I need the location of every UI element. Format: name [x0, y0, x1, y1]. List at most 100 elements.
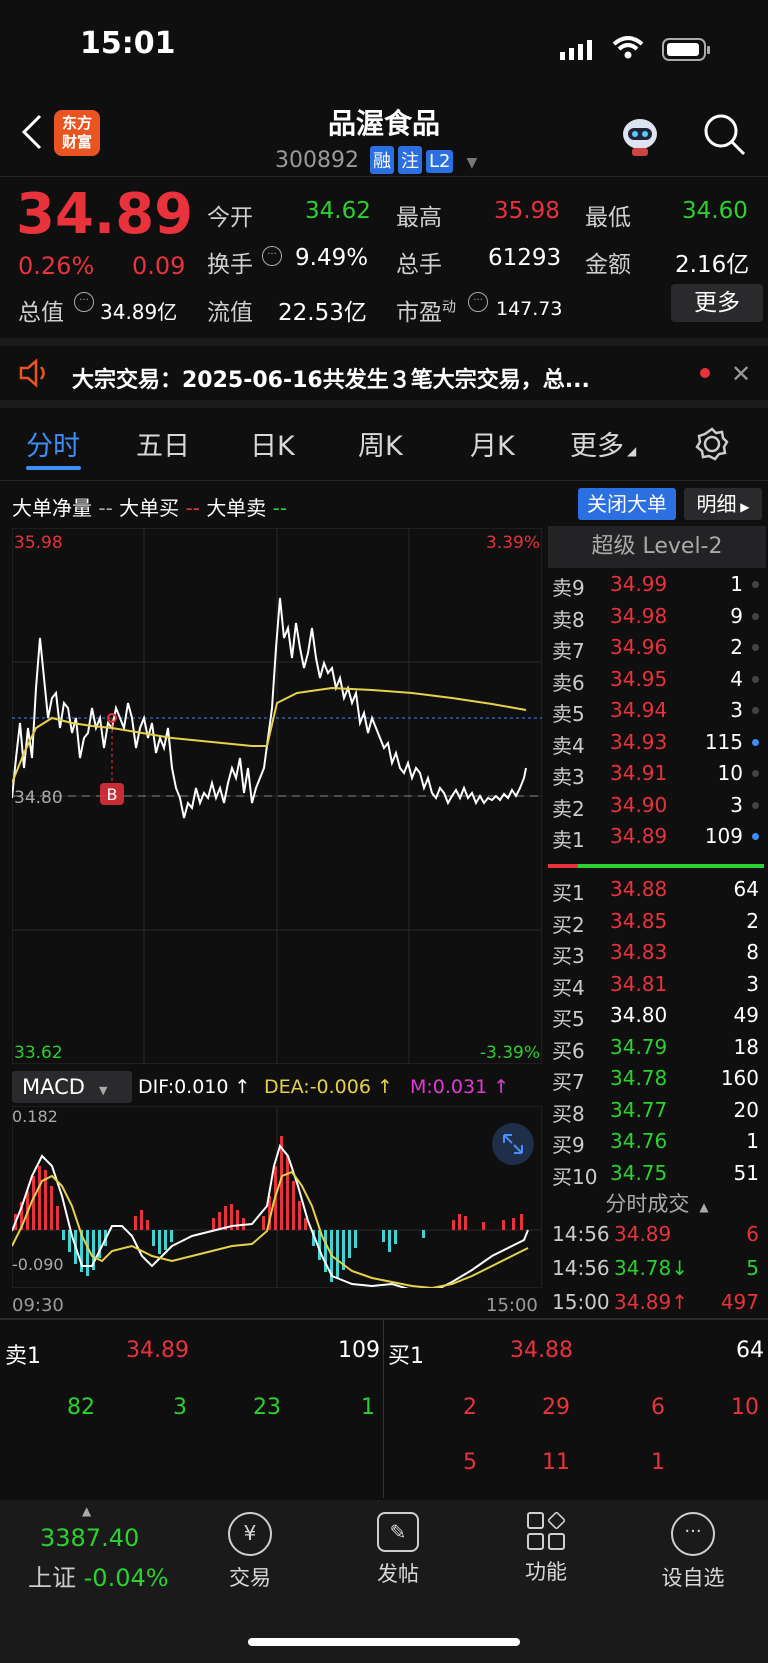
ask-row[interactable]: 卖7 34.96 2 — [550, 635, 765, 665]
ask-label: 卖2 — [552, 796, 585, 821]
float-cap-label: 流值 — [207, 300, 253, 326]
ask-qty: 10 — [717, 761, 743, 785]
ask-qty: 2 — [730, 635, 743, 659]
queue-sell-price: 34.89 — [126, 1338, 189, 1363]
ask-row[interactable]: 卖9 34.99 1 — [550, 572, 765, 602]
ask-row[interactable]: 卖5 34.94 3 — [550, 698, 765, 728]
info-icon[interactable]: ··· — [262, 246, 282, 266]
bid-label: 买8 — [552, 1101, 585, 1126]
tab-intraday[interactable]: 分时 — [26, 424, 80, 463]
chart-high-label: 35.98 — [14, 533, 63, 553]
current-price: 34.89 — [16, 182, 194, 247]
bid-qty: 8 — [746, 940, 759, 964]
index-value[interactable]: 3387.40 — [40, 1524, 139, 1552]
nav-post[interactable]: ✎ 发帖 — [343, 1512, 453, 1588]
ask-price: 34.95 — [610, 666, 668, 691]
ask-row[interactable]: 卖8 34.98 9 — [550, 604, 765, 634]
nav-watchlist-label: 设自选 — [661, 1566, 725, 1590]
macd-dea: DEA:-0.006 ↑ — [264, 1076, 393, 1098]
bid-price: 34.75 — [610, 1160, 668, 1185]
notice-text[interactable]: 大宗交易：2025-06-16共发生３笔大宗交易，总... — [72, 362, 662, 394]
trade-row: 15:00 34.89↑ 497 — [550, 1290, 765, 1320]
robot-assistant-icon[interactable] — [618, 114, 662, 162]
search-icon[interactable] — [702, 112, 748, 162]
more-button[interactable]: 更多 — [671, 284, 763, 322]
orderbook-title: 超级 Level-2 — [548, 526, 766, 568]
trade-row: 14:56 34.89 6 — [550, 1222, 765, 1252]
bid-row[interactable]: 买5 34.80 49 — [550, 1003, 765, 1033]
chevron-down-icon: ▼ — [466, 155, 478, 171]
bid-price: 34.78 — [610, 1066, 668, 1090]
ask-row[interactable]: 卖3 34.91 10 — [550, 761, 765, 791]
bid-row[interactable]: 买3 34.83 8 — [550, 940, 765, 970]
bid-row[interactable]: 买2 34.85 2 — [550, 909, 765, 939]
tab-daily[interactable]: 日K — [250, 424, 295, 463]
indicator-legend: 大单净量 -- 大单买 -- 大单卖 -- — [12, 492, 287, 521]
expand-icon[interactable] — [492, 1123, 534, 1165]
yen-exchange-icon: ¥ — [228, 1512, 272, 1556]
tab-weekly[interactable]: 周K — [358, 424, 403, 463]
more-circle-icon: ··· — [671, 1512, 715, 1556]
ask-price: 34.96 — [610, 635, 668, 659]
battery-icon — [662, 38, 712, 66]
ask-label: 卖3 — [552, 765, 585, 789]
close-icon[interactable]: ✕ — [731, 360, 751, 388]
ask-qty: 9 — [730, 603, 743, 628]
bid-row[interactable]: 买1 34.88 64 — [550, 877, 765, 907]
nav-trade[interactable]: ¥ 交易 — [195, 1512, 305, 1592]
bid-price: 34.79 — [610, 1034, 668, 1059]
nav-watchlist[interactable]: ··· 设自选 — [638, 1512, 748, 1592]
settings-icon[interactable] — [694, 426, 730, 466]
intraday-chart[interactable]: B 35.98 3.39% 33.62 -3.39% 34.80 — [12, 528, 542, 1064]
amount-value: 2.16亿 — [675, 252, 750, 278]
chart-low-label: 33.62 — [14, 1043, 63, 1063]
bid-row[interactable]: 买6 34.79 18 — [550, 1035, 765, 1065]
bid-row[interactable]: 买8 34.77 20 — [550, 1098, 765, 1128]
turnover-value: 9.49% — [295, 245, 369, 271]
bid-row[interactable]: 买10 34.75 51 — [550, 1161, 765, 1191]
bid-label: 买2 — [552, 912, 585, 937]
tab-monthly[interactable]: 月K — [470, 424, 515, 463]
macd-chart[interactable]: 0.182 -0.090 — [12, 1106, 542, 1288]
nav-functions[interactable]: 功能 — [491, 1510, 601, 1586]
sell-order-3: 23 — [253, 1395, 281, 1420]
macd-selector[interactable]: MACD ▼ — [12, 1071, 132, 1103]
float-cap-value: 22.53亿 — [278, 300, 367, 326]
ask-row[interactable]: 卖2 34.90 3 — [550, 793, 765, 823]
buy-order-6: 11 — [542, 1450, 570, 1475]
open-value: 34.62 — [305, 198, 371, 224]
ask-row[interactable]: 卖1 34.89 109 — [550, 824, 765, 854]
trade-qty: 5 — [746, 1256, 759, 1280]
macd-m: M:0.031 ↑ — [410, 1076, 510, 1098]
high-value: 35.98 — [494, 198, 560, 224]
info-icon[interactable]: ··· — [468, 292, 488, 312]
macd-label: MACD — [22, 1075, 85, 1099]
bid-row[interactable]: 买9 34.76 1 — [550, 1129, 765, 1159]
tab-5day[interactable]: 五日 — [136, 424, 190, 463]
turnover-label: 换手 — [207, 252, 253, 278]
trade-time: 15:00 — [552, 1290, 610, 1314]
ask-row[interactable]: 卖4 34.93 115 — [550, 730, 765, 760]
ask-price: 34.94 — [610, 698, 668, 722]
tab-more[interactable]: 更多 ◢ — [570, 424, 636, 463]
close-big-order-button[interactable]: 关闭大单 — [578, 488, 676, 520]
bid-qty: 49 — [733, 1003, 759, 1027]
ask-row[interactable]: 卖6 34.95 4 — [550, 667, 765, 697]
trade-price: 34.78↓ — [614, 1256, 689, 1280]
ask-qty: 1 — [730, 572, 743, 596]
stock-code-row[interactable]: 300892 融注 L2 ▼ — [275, 146, 477, 174]
info-icon[interactable]: ··· — [74, 292, 94, 312]
home-indicator — [248, 1638, 520, 1646]
queue-sell-label: 卖1 — [5, 1344, 41, 1369]
bid-qty: 18 — [733, 1034, 759, 1059]
bid-row[interactable]: 买4 34.81 3 — [550, 972, 765, 1002]
detail-button[interactable]: 明细 ▶ — [684, 488, 762, 520]
index-change: -0.04% — [83, 1564, 169, 1592]
buy-order-5: 5 — [463, 1450, 477, 1475]
ask-dot — [752, 801, 759, 809]
trades-title-row[interactable]: 分时成交 ▲ — [548, 1188, 766, 1218]
high-label: 最高 — [396, 205, 442, 231]
nav-trade-label: 交易 — [229, 1566, 271, 1590]
index-row[interactable]: 上证 -0.04% — [28, 1558, 169, 1593]
bid-row[interactable]: 买7 34.78 160 — [550, 1066, 765, 1096]
